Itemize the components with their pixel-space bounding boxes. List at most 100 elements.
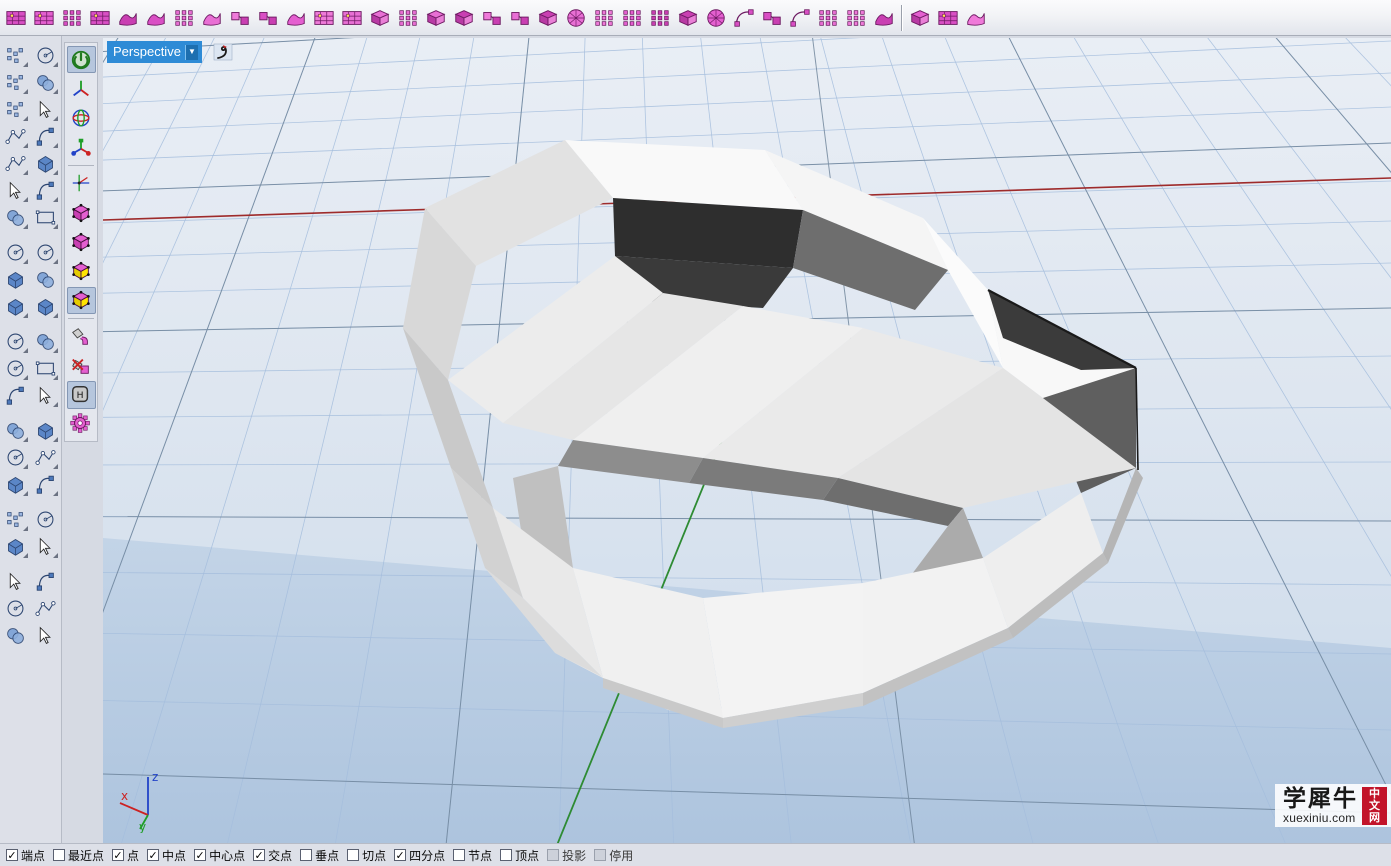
split-surface-isocurve-icon[interactable] xyxy=(339,3,365,33)
flyout-corner-indicator[interactable] xyxy=(23,313,28,318)
flyout-corner-indicator[interactable] xyxy=(23,375,28,380)
insert-knot-uv-icon[interactable] xyxy=(59,3,85,33)
surface-from-network-icon[interactable] xyxy=(563,3,589,33)
checkbox-checked-icon[interactable]: ✓ xyxy=(394,849,407,861)
circle-icon[interactable] xyxy=(0,96,30,123)
material-icon[interactable] xyxy=(30,568,60,595)
osnap-toggle-2[interactable]: ✓ 点 xyxy=(110,846,144,865)
flow-along-surface-icon[interactable] xyxy=(647,3,673,33)
flyout-corner-indicator[interactable] xyxy=(53,224,58,229)
osnap-toggle-0[interactable]: ✓ 端点 xyxy=(4,846,50,865)
blend-surface-icon[interactable] xyxy=(479,3,505,33)
remove-knot-icon[interactable] xyxy=(171,3,197,33)
checkbox-checked-icon[interactable]: ✓ xyxy=(112,849,125,861)
wireframe-box-icon[interactable] xyxy=(67,199,96,226)
text-object-icon[interactable] xyxy=(0,382,30,409)
osnap-toggle-5[interactable]: ✓ 交点 xyxy=(251,846,297,865)
chevron-down-icon[interactable]: ▼ xyxy=(184,44,198,60)
match-surface-icon[interactable] xyxy=(143,3,169,33)
flyout-corner-indicator[interactable] xyxy=(53,259,58,264)
hide-objects-icon[interactable]: H xyxy=(66,381,96,409)
surface-from-points-icon[interactable] xyxy=(0,177,30,204)
flyout-corner-indicator[interactable] xyxy=(53,375,58,380)
flyout-corner-indicator[interactable] xyxy=(23,491,28,496)
flyout-corner-indicator[interactable] xyxy=(53,313,58,318)
checkbox-unchecked-icon[interactable] xyxy=(53,849,66,861)
add-knot-icon[interactable] xyxy=(199,3,225,33)
offset-surface-icon[interactable] xyxy=(535,3,561,33)
change-degree-icon[interactable] xyxy=(227,3,253,33)
rectangle-icon[interactable] xyxy=(30,123,60,150)
flyout-corner-indicator[interactable] xyxy=(53,197,58,202)
triangle-polygon-icon[interactable] xyxy=(0,123,30,150)
untrim-icon[interactable] xyxy=(311,3,337,33)
power-toggle-icon[interactable] xyxy=(66,46,96,74)
viewport-title-button[interactable]: Perspective ▼ xyxy=(107,41,202,63)
ellipse-icon[interactable] xyxy=(30,96,60,123)
osnap-toggle-3[interactable]: ✓ 中点 xyxy=(145,846,191,865)
flyout-corner-indicator[interactable] xyxy=(53,464,58,469)
rotate-view-icon[interactable] xyxy=(67,104,96,131)
cylinder-solid-icon[interactable] xyxy=(0,239,30,266)
checkbox-checked-icon[interactable]: ✓ xyxy=(253,849,266,861)
fillet-surface-icon[interactable] xyxy=(507,3,533,33)
sub-surface-icon[interactable] xyxy=(935,3,961,33)
display-options-gear-icon[interactable] xyxy=(67,411,96,438)
unroll-surface-icon[interactable] xyxy=(675,3,701,33)
flyout-corner-indicator[interactable] xyxy=(23,197,28,202)
dimension-icon[interactable] xyxy=(30,382,60,409)
flyout-corner-indicator[interactable] xyxy=(23,116,28,121)
surface-from-points-grid-icon[interactable] xyxy=(963,3,989,33)
polyline-icon[interactable] xyxy=(0,69,30,96)
flyout-corner-indicator[interactable] xyxy=(53,491,58,496)
rendered-box-icon[interactable] xyxy=(66,286,96,315)
hexagon-polygon-icon[interactable] xyxy=(0,150,30,177)
flyout-corner-indicator[interactable] xyxy=(23,553,28,558)
flyout-corner-indicator[interactable] xyxy=(53,437,58,442)
flyout-corner-indicator[interactable] xyxy=(23,259,28,264)
add-control-point-icon[interactable] xyxy=(87,3,113,33)
loft-icon[interactable] xyxy=(871,3,897,33)
curve-control-points-icon[interactable] xyxy=(30,69,60,96)
squish-icon[interactable] xyxy=(703,3,729,33)
object-properties-icon[interactable] xyxy=(30,328,60,355)
named-view-icon[interactable] xyxy=(210,41,236,63)
cplane-origin-icon[interactable] xyxy=(67,75,96,102)
blend-curve-icon[interactable] xyxy=(30,355,60,382)
ghosted-box-icon[interactable] xyxy=(67,228,96,255)
osnap-toggle-11[interactable]: 投影 xyxy=(545,846,591,865)
flyout-corner-indicator[interactable] xyxy=(53,348,58,353)
flyout-corner-indicator[interactable] xyxy=(53,402,58,407)
flyout-corner-indicator[interactable] xyxy=(53,553,58,558)
flyout-corner-indicator[interactable] xyxy=(23,89,28,94)
extrude-surface-icon[interactable] xyxy=(843,3,869,33)
perspective-viewport[interactable]: Perspective ▼ z x y 学犀牛 xuexiniu.com 中 文… xyxy=(103,38,1391,843)
flyout-corner-indicator[interactable] xyxy=(23,62,28,67)
checkbox-unchecked-icon[interactable] xyxy=(547,849,560,861)
sphere-surface-icon[interactable] xyxy=(787,3,813,33)
osnap-toggle-6[interactable]: 垂点 xyxy=(298,846,344,865)
paint-bucket-icon[interactable] xyxy=(67,323,96,350)
drape-surface-icon[interactable] xyxy=(451,3,477,33)
flyout-corner-indicator[interactable] xyxy=(53,143,58,148)
trim-icon[interactable] xyxy=(0,293,30,320)
rebuild-surface-uv-icon[interactable] xyxy=(255,3,281,33)
osnap-toggle-1[interactable]: 最近点 xyxy=(51,846,109,865)
split-icon[interactable] xyxy=(30,293,60,320)
render-icon[interactable] xyxy=(30,533,60,560)
page-layout-icon[interactable] xyxy=(0,506,30,533)
osnap-toggle-4[interactable]: ✓ 中心点 xyxy=(192,846,250,865)
mesh-plane-icon[interactable] xyxy=(30,239,60,266)
flow-icon[interactable] xyxy=(30,622,60,649)
grid-array-icon[interactable] xyxy=(0,471,30,498)
extrude-curve-icon[interactable] xyxy=(30,177,60,204)
flyout-corner-indicator[interactable] xyxy=(53,62,58,67)
merge-surface-icon[interactable] xyxy=(907,3,933,33)
shaded-box-icon[interactable] xyxy=(67,258,96,285)
delete-object-icon[interactable] xyxy=(0,622,30,649)
checkbox-unchecked-icon[interactable] xyxy=(594,849,607,861)
flyout-corner-indicator[interactable] xyxy=(23,170,28,175)
mirror-icon[interactable] xyxy=(30,471,60,498)
magnet-osnap-icon[interactable] xyxy=(0,568,30,595)
boolean-union-icon[interactable] xyxy=(0,266,30,293)
